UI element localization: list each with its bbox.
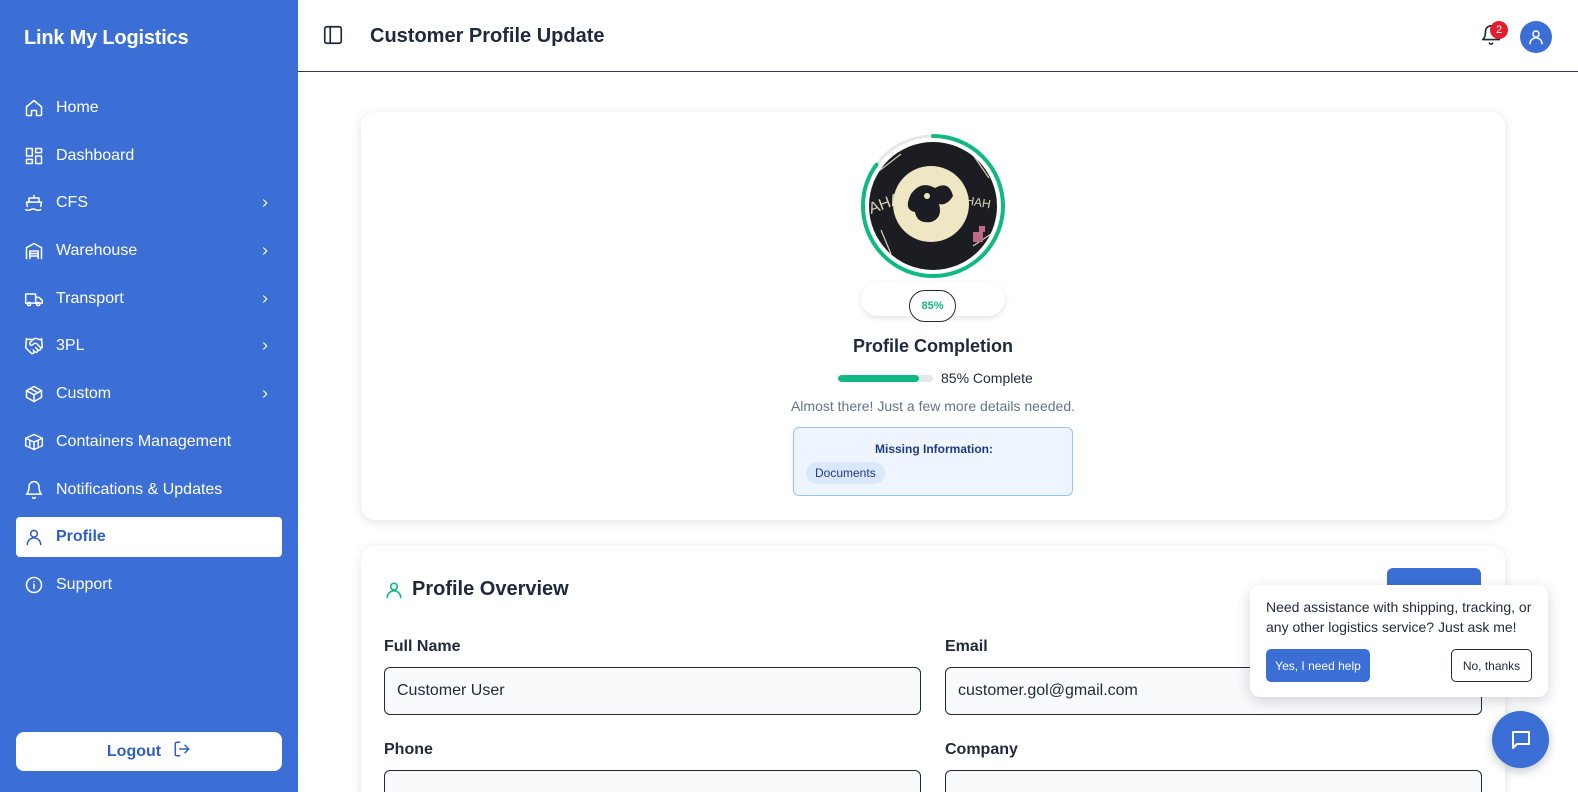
sidebar-item-support[interactable]: Support	[16, 565, 282, 605]
dashboard-icon	[24, 146, 44, 166]
company-field[interactable]	[945, 770, 1482, 792]
company-label: Company	[945, 741, 1018, 758]
progress-fill	[838, 374, 919, 382]
phone-label: Phone	[384, 741, 433, 758]
chat-message: Need assistance with shipping, tracking,…	[1266, 599, 1532, 635]
user-avatar-button[interactable]	[1520, 21, 1552, 53]
sidebar-item-profile[interactable]: Profile	[16, 517, 282, 558]
chevron-right-icon	[258, 241, 274, 261]
container-icon	[24, 432, 44, 452]
truck-icon	[24, 289, 44, 309]
sidebar-item-transport[interactable]: Transport	[16, 279, 282, 319]
email-label: Email	[945, 638, 988, 655]
sidebar-item-home[interactable]: Home	[16, 88, 282, 128]
sidebar-nav: Home Dashboard CFS Warehouse Transport 3…	[16, 88, 282, 613]
sidebar-item-label: Containers Management	[56, 432, 232, 450]
completion-subtitle: Almost there! Just a few more details ne…	[790, 398, 1076, 414]
logout-icon	[161, 740, 191, 763]
sidebar-item-notifications[interactable]: Notifications & Updates	[16, 470, 282, 510]
home-icon	[24, 98, 44, 118]
chat-yes-button[interactable]: Yes, I need help	[1266, 649, 1370, 682]
chevron-right-icon	[258, 384, 274, 404]
sidebar-toggle-icon[interactable]	[322, 24, 346, 48]
handshake-icon	[24, 336, 44, 356]
warehouse-icon	[24, 241, 44, 261]
user-icon	[384, 580, 404, 600]
logout-label: Logout	[106, 742, 162, 760]
profile-overview-title: Profile Overview	[412, 578, 569, 600]
notification-count-badge: 2	[1490, 21, 1508, 39]
chat-assistant-popup: Need assistance with shipping, tracking,…	[1250, 585, 1548, 697]
top-header: Customer Profile Update 2	[298, 0, 1578, 72]
full-name-label: Full Name	[384, 638, 461, 655]
sidebar-item-warehouse[interactable]: Warehouse	[16, 231, 282, 271]
chat-launcher-button[interactable]	[1492, 711, 1549, 768]
user-icon	[1529, 30, 1543, 45]
progress-track	[838, 374, 933, 382]
sidebar-item-label: Notifications & Updates	[56, 480, 223, 498]
progress-text: 85% Complete	[941, 370, 1033, 386]
missing-information-box: Missing Information: Documents	[793, 427, 1073, 496]
completion-title: Profile Completion	[852, 336, 1013, 356]
sidebar-item-label: Profile	[56, 528, 106, 546]
package-icon	[24, 384, 44, 404]
sidebar-item-custom[interactable]: Custom	[16, 374, 282, 414]
sidebar-item-label: Support	[56, 575, 113, 593]
page-title: Customer Profile Update	[370, 25, 605, 47]
logout-button[interactable]: Logout	[16, 732, 282, 771]
sidebar-item-label: Home	[56, 99, 99, 116]
missing-information-title: Missing Information:	[875, 442, 993, 456]
completion-percent-badge: 85%	[909, 290, 956, 322]
chevron-right-icon	[258, 336, 274, 356]
completion-progress: 85% Complete	[838, 370, 1033, 386]
sidebar-item-label: Warehouse	[56, 242, 138, 260]
brand-title: Link My Logistics	[24, 27, 189, 49]
sidebar-item-label: Dashboard	[56, 146, 135, 164]
info-icon	[24, 575, 44, 595]
ship-icon	[24, 193, 44, 213]
phone-field[interactable]	[384, 770, 921, 792]
sidebar-item-3pl[interactable]: 3PL	[16, 326, 282, 366]
chat-no-button[interactable]: No, thanks	[1451, 649, 1532, 682]
sidebar-item-label: Custom	[56, 385, 112, 403]
sidebar-item-label: 3PL	[56, 337, 85, 355]
sidebar-item-dashboard[interactable]: Dashboard	[16, 136, 282, 176]
sidebar-item-label: Transport	[56, 289, 124, 307]
chat-bubble-icon	[1511, 730, 1530, 749]
profile-completion-card: AHA HAH 85% Profile Completion 85% Compl…	[361, 112, 1505, 520]
sidebar-item-containers-management[interactable]: Containers Management	[16, 422, 282, 462]
sidebar-item-label: CFS	[56, 194, 88, 212]
chevron-right-icon	[258, 193, 274, 213]
profile-avatar-ring[interactable]: AHA HAH	[861, 134, 1005, 278]
bell-icon	[24, 480, 44, 500]
full-name-field[interactable]: Customer User	[384, 667, 921, 715]
user-icon	[24, 527, 44, 547]
chevron-right-icon	[258, 289, 274, 309]
sidebar: Link My Logistics Home Dashboard CFS War…	[0, 0, 298, 792]
sidebar-item-cfs[interactable]: CFS	[16, 183, 282, 223]
missing-item-tag: Documents	[806, 462, 885, 484]
